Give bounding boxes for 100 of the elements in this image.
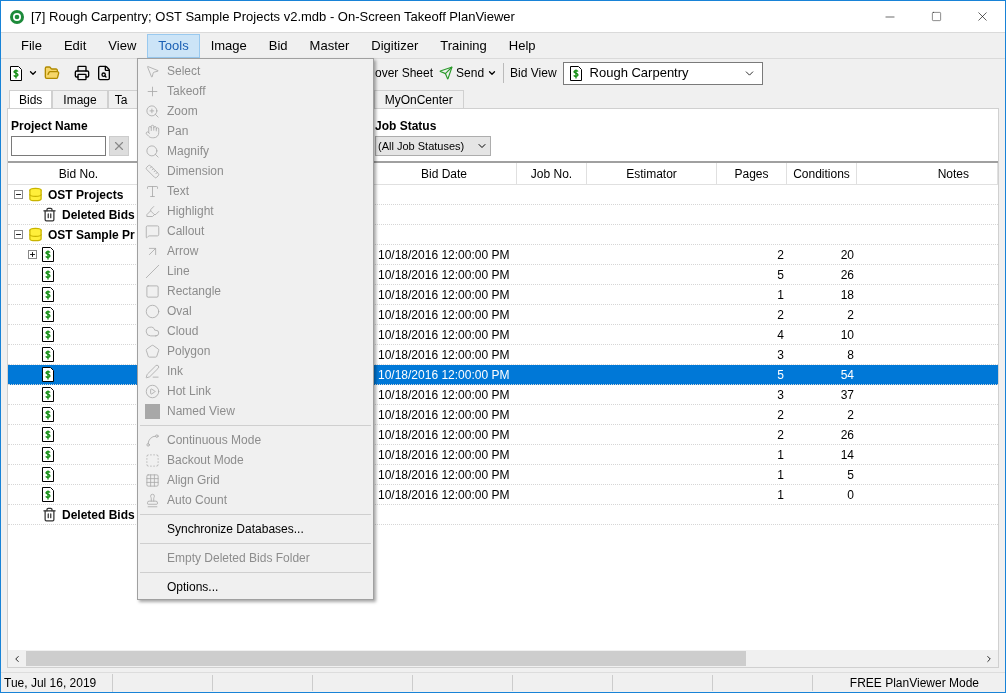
pages-cell: 5 <box>777 367 784 382</box>
spline-icon <box>144 432 160 448</box>
bid-view-select[interactable]: Rough Carpentry <box>562 61 763 85</box>
column-header[interactable]: Job No. <box>517 163 587 184</box>
tab[interactable]: MyOnCenter <box>373 90 464 108</box>
printer-icon[interactable] <box>74 65 90 81</box>
bid-document-icon <box>42 487 54 502</box>
bid-view-label: Bid View <box>510 65 557 82</box>
oval-icon <box>144 303 160 319</box>
cloud-icon <box>144 323 160 339</box>
menu-item[interactable]: Edit <box>52 33 98 58</box>
collapse-icon[interactable] <box>14 230 23 239</box>
cover-sheet-button[interactable]: over Sheet <box>375 64 434 82</box>
tree-label[interactable]: OST Sample Pr <box>48 225 135 244</box>
open-folder-icon[interactable] <box>44 65 60 81</box>
conditions-cell: 2 <box>847 407 854 422</box>
magnifier-icon <box>144 143 160 159</box>
status-date: Tue, Jul 16, 2019 <box>1 673 113 692</box>
bid-document-icon <box>42 387 54 402</box>
bid-document-icon <box>42 247 54 262</box>
menu-entry[interactable]: Synchronize Databases... <box>138 519 373 539</box>
job-status-select[interactable]: (All Job Statuses) <box>375 136 491 156</box>
bid-date-cell: 10/18/2016 12:00:00 PM <box>378 487 510 502</box>
trash-icon <box>42 207 57 222</box>
column-header[interactable]: Estimator <box>587 163 717 184</box>
pages-cell: 4 <box>777 327 784 342</box>
line-icon <box>144 263 160 279</box>
bid-document-icon <box>42 367 54 382</box>
send-icon <box>439 66 454 80</box>
bid-date-cell: 10/18/2016 12:00:00 PM <box>378 287 510 302</box>
bid-date-cell: 10/18/2016 12:00:00 PM <box>378 347 510 362</box>
bid-document-icon <box>42 347 54 362</box>
play-icon <box>144 383 160 399</box>
bid-document-icon <box>42 467 54 482</box>
stamp-icon <box>144 492 160 508</box>
tree-label[interactable]: Deleted Bids <box>62 505 135 524</box>
send-button[interactable]: Send <box>439 64 498 82</box>
conditions-cell: 26 <box>840 427 854 442</box>
tab[interactable]: Bids <box>9 90 53 108</box>
bid-document-icon <box>10 65 22 81</box>
pages-cell: 2 <box>777 407 784 422</box>
pages-cell: 2 <box>777 307 784 322</box>
project-name-field[interactable] <box>11 136 106 156</box>
menu-entry[interactable]: Options... <box>138 577 373 597</box>
menu-item[interactable]: Training <box>429 33 498 58</box>
scroll-left-icon[interactable] <box>12 653 22 664</box>
bid-document-icon <box>42 407 54 422</box>
clear-icon[interactable] <box>109 136 129 156</box>
pages-cell: 5 <box>777 267 784 282</box>
highlighter-icon <box>144 203 160 219</box>
menu-item[interactable]: Bid <box>257 33 299 58</box>
bid-document-icon <box>42 447 54 462</box>
collapse-icon[interactable] <box>14 190 23 199</box>
dropdown-caret-icon[interactable] <box>28 68 38 78</box>
hand-icon <box>144 123 160 139</box>
app-logo-icon <box>10 9 24 24</box>
pages-cell: 1 <box>777 447 784 462</box>
pages-cell: 1 <box>777 467 784 482</box>
menu-item[interactable]: Image <box>199 33 258 58</box>
menu-item[interactable]: Tools <box>147 33 200 58</box>
callout-icon <box>144 223 160 239</box>
column-header[interactable]: Pages <box>717 163 787 184</box>
bid-date-cell: 10/18/2016 12:00:00 PM <box>378 307 510 322</box>
bid-date-cell: 10/18/2016 12:00:00 PM <box>378 467 510 482</box>
print-preview-icon[interactable] <box>96 65 112 81</box>
column-header[interactable]: Conditions <box>787 163 857 184</box>
project-name-label: Project Name <box>11 118 88 135</box>
tree-label[interactable]: OST Projects <box>48 185 124 204</box>
pointer-icon <box>144 63 160 79</box>
pages-cell: 1 <box>777 487 784 502</box>
bid-date-cell: 10/18/2016 12:00:00 PM <box>378 427 510 442</box>
job-status-label: Job Status <box>375 118 438 135</box>
column-header[interactable]: Notes <box>857 163 998 184</box>
menu-item[interactable]: File <box>10 33 53 58</box>
trash-icon <box>42 507 57 522</box>
bid-date-cell: 10/18/2016 12:00:00 PM <box>378 407 510 422</box>
pages-cell: 2 <box>777 427 784 442</box>
tree-label[interactable]: Deleted Bids <box>62 205 135 224</box>
conditions-cell: 54 <box>840 367 854 382</box>
bid-document-icon <box>42 327 54 342</box>
menu-item[interactable]: Master <box>298 33 361 58</box>
menu-item[interactable]: View <box>97 33 148 58</box>
scroll-right-icon[interactable] <box>984 653 994 664</box>
caret-icon <box>487 68 498 78</box>
window-title: [7] Rough Carpentry; OST Sample Projects v2.mdb - On-Screen Takeoff PlanViewer <box>31 7 515 26</box>
tab[interactable]: Image <box>52 90 108 108</box>
database-icon <box>28 187 43 202</box>
conditions-cell: 20 <box>840 247 854 262</box>
horizontal-scrollbar[interactable] <box>8 650 998 667</box>
menu-item[interactable]: Help <box>497 33 547 58</box>
bid-document-icon <box>42 287 54 302</box>
bid-document-icon <box>42 307 54 322</box>
bid-document-icon <box>569 65 582 81</box>
text-icon <box>144 183 160 199</box>
expand-icon[interactable] <box>28 250 37 259</box>
menu-item[interactable]: Digitizer <box>360 33 430 58</box>
bid-date-cell: 10/18/2016 12:00:00 PM <box>378 267 510 282</box>
bid-document-icon <box>42 427 54 442</box>
bid-date-cell: 10/18/2016 12:00:00 PM <box>378 447 510 462</box>
zoom-icon <box>144 103 160 119</box>
